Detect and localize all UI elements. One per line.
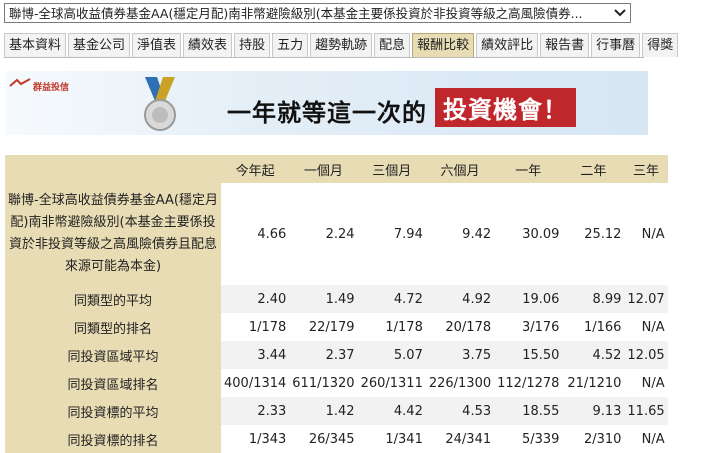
table-cell: 24/341 [425, 425, 495, 453]
table-cell: 226/1300 [425, 369, 495, 397]
table-cell: 4.53 [425, 397, 495, 425]
tab-item[interactable]: 得獎 [642, 33, 679, 57]
table-cell: 18.55 [494, 397, 563, 425]
table-cell: 12.05 [624, 341, 668, 369]
table-cell: 20/178 [425, 313, 495, 341]
table-cell: 5.07 [357, 341, 426, 369]
tab-item[interactable]: 配息 [374, 33, 411, 57]
tab-item[interactable]: 五力 [272, 33, 309, 57]
tab-item[interactable]: 基金公司 [68, 33, 131, 57]
table-row: 同投資標的平均 2.33 1.42 4.42 4.53 18.55 9.13 11.65 [5, 397, 668, 425]
table-cell: 8.99 [562, 285, 625, 313]
table-cell: 4.72 [357, 285, 426, 313]
table-cell: N/A [624, 183, 668, 285]
row-label: 同投資區域平均 [5, 341, 221, 369]
tab-item[interactable]: 績效評比 [476, 33, 539, 57]
column-header: 一個月 [289, 155, 358, 183]
table-cell: 9.42 [425, 183, 495, 285]
table-cell: 4.92 [425, 285, 495, 313]
chevron-down-icon[interactable] [613, 7, 627, 19]
fund-select-value: 聯博-全球高收益債券基金AA(穩定月配)南非幣避險級別(本基金主要係投資於非投資… [9, 6, 583, 21]
tab-item[interactable]: 報告書 [540, 33, 590, 57]
table-cell: 1/166 [562, 313, 625, 341]
company-logo-text: 群益投信 [33, 83, 70, 93]
banner-slogan: 一年就等這一次的 [227, 99, 427, 127]
table-header-row: 今年起 一個月 三個月 六個月 一年 二年 三年 [5, 155, 668, 183]
table-cell: 2/310 [562, 425, 625, 453]
table-cell: 4.66 [221, 183, 290, 285]
company-logo-icon [9, 78, 31, 87]
row-label: 同類型的排名 [5, 313, 221, 341]
tab-item[interactable]: 績效表 [183, 33, 233, 57]
table-cell: 4.42 [357, 397, 426, 425]
ad-banner[interactable]: 群益投信 一年就等這一次的 投資機會！ [5, 71, 648, 135]
column-header: 今年起 [221, 155, 290, 183]
table-cell: 21/1210 [562, 369, 625, 397]
column-header: 三個月 [357, 155, 426, 183]
table-cell: 12.07 [624, 285, 668, 313]
table-cell: 5/339 [494, 425, 563, 453]
table-cell: 2.40 [221, 285, 290, 313]
table-cell: 9.13 [562, 397, 625, 425]
row-label: 同投資標的排名 [5, 425, 221, 453]
banner-slogan-highlight: 投資機會！ [435, 88, 576, 127]
column-header: 二年 [562, 155, 625, 183]
performance-comparison-table: 今年起 一個月 三個月 六個月 一年 二年 三年 聯博-全球高收益債券基金AA(穩定月配)南… [5, 155, 668, 453]
table-row: 同投資區域排名 400/1314 611/1320 260/1311 226/1300 1… [5, 369, 668, 397]
tab-divider [4, 57, 644, 58]
row-label: 同投資標的平均 [5, 397, 221, 425]
column-header: 一年 [494, 155, 563, 183]
table-cell: 112/1278 [494, 369, 563, 397]
table-cell: 30.09 [494, 183, 563, 285]
table-cell: 1/341 [357, 425, 426, 453]
table-row: 同投資標的排名 1/343 26/345 1/341 24/341 5/339 2/310 N… [5, 425, 668, 453]
column-header: 三年 [624, 155, 668, 183]
table-cell: 4.52 [562, 341, 625, 369]
table-cell: 1.42 [289, 397, 358, 425]
table-cell: 25.12 [562, 183, 625, 285]
table-cell: 1/343 [221, 425, 290, 453]
table-cell: 3/176 [494, 313, 563, 341]
fund-name-cell: 聯博-全球高收益債券基金AA(穩定月配)南非幣避險級別(本基金主要係投資於非投資… [5, 183, 221, 285]
column-header: 六個月 [425, 155, 495, 183]
tab-bar: 基本資料 基金公司 淨值表 績效表 持股 五力 趨勢軌跡 配息 報酬比較 績效評比 報告書 行事曆 得獎 [4, 33, 680, 57]
table-cell: 2.33 [221, 397, 290, 425]
table-cell: 7.94 [357, 183, 426, 285]
table-cell: N/A [624, 313, 668, 341]
table-cell: 11.65 [624, 397, 668, 425]
table-cell: 1.49 [289, 285, 358, 313]
table-cell: 22/179 [289, 313, 358, 341]
table-cell: N/A [624, 369, 668, 397]
fund-row: 聯博-全球高收益債券基金AA(穩定月配)南非幣避險級別(本基金主要係投資於非投資… [5, 183, 668, 285]
table-cell: 3.75 [425, 341, 495, 369]
table-cell: 260/1311 [357, 369, 426, 397]
table-cell: 15.50 [494, 341, 563, 369]
tab-item[interactable]: 基本資料 [4, 33, 67, 57]
table-cell: 26/345 [289, 425, 358, 453]
tab-item[interactable]: 趨勢軌跡 [310, 33, 373, 57]
table-cell: 2.24 [289, 183, 358, 285]
table-cell: 2.37 [289, 341, 358, 369]
table-cell: N/A [624, 425, 668, 453]
table-cell: 400/1314 [221, 369, 290, 397]
tab-item[interactable]: 持股 [234, 33, 271, 57]
tab-item[interactable]: 報酬比較 [412, 33, 475, 57]
table-row: 同投資區域平均 3.44 2.37 5.07 3.75 15.50 4.52 12.05 [5, 341, 668, 369]
table-cell: 1/178 [357, 313, 426, 341]
corner-header-cell [5, 155, 221, 183]
fund-select-dropdown[interactable]: 聯博-全球高收益債券基金AA(穩定月配)南非幣避險級別(本基金主要係投資於非投資… [4, 3, 631, 23]
table-cell: 3.44 [221, 341, 290, 369]
row-label: 同類型的平均 [5, 285, 221, 313]
table-row: 同類型的平均 2.40 1.49 4.72 4.92 19.06 8.99 12.07 [5, 285, 668, 313]
table-cell: 611/1320 [289, 369, 358, 397]
tab-item[interactable]: 行事曆 [591, 33, 641, 57]
table-cell: 1/178 [221, 313, 290, 341]
tab-item[interactable]: 淨值表 [132, 33, 182, 57]
row-label: 同投資區域排名 [5, 369, 221, 397]
table-cell: 19.06 [494, 285, 563, 313]
table-row: 同類型的排名 1/178 22/179 1/178 20/178 3/176 1/166 N/… [5, 313, 668, 341]
medal-icon [144, 77, 176, 131]
